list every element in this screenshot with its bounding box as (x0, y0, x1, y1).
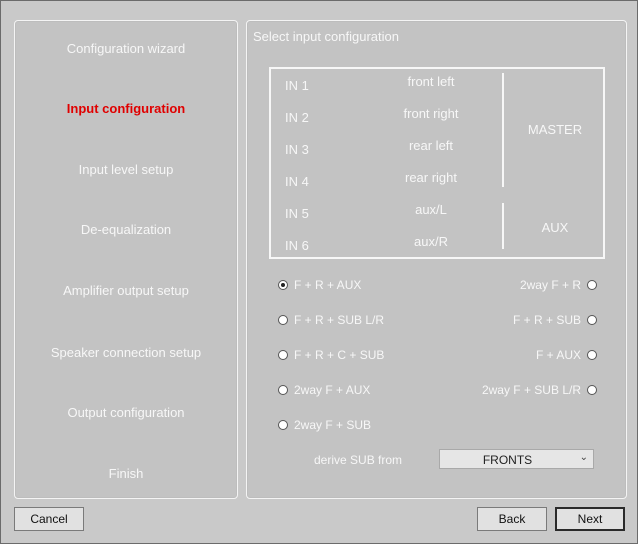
option-label: F + R + AUX (294, 278, 362, 292)
step-finish[interactable]: Finish (15, 466, 237, 481)
radio-icon[interactable] (587, 350, 597, 360)
option-label: F + AUX (535, 348, 581, 362)
option-2way-f-r[interactable]: 2way F + R (520, 278, 597, 292)
next-button[interactable]: Next (555, 507, 625, 531)
input-desc: aux/L (415, 202, 447, 217)
input-id: IN 5 (285, 206, 309, 221)
input-desc: aux/R (414, 234, 448, 249)
derive-sub-select[interactable]: FRONTS ⌄ (439, 449, 594, 469)
option-label: F + R + C + SUB (294, 348, 385, 362)
option-2way-f-sub[interactable]: 2way F + SUB (278, 418, 371, 432)
aux-group-label: AUX (541, 220, 569, 235)
step-configuration-wizard[interactable]: Configuration wizard (15, 41, 237, 56)
radio-icon[interactable] (278, 420, 288, 430)
step-input-level-setup[interactable]: Input level setup (15, 162, 237, 177)
option-label: F + R + SUB (512, 313, 581, 327)
option-f-r-aux[interactable]: F + R + AUX (278, 278, 361, 292)
section-title: Select input configuration (253, 29, 399, 44)
input-mapping-diagram: IN 1 front left IN 2 front right IN 3 re… (269, 67, 605, 259)
aux-group-divider (502, 203, 504, 249)
input-id: IN 4 (285, 174, 309, 189)
radio-icon[interactable] (587, 315, 597, 325)
radio-icon[interactable] (587, 385, 597, 395)
input-id: IN 6 (285, 238, 309, 253)
input-id: IN 1 (285, 78, 309, 93)
input-desc: front left (407, 74, 455, 89)
derive-sub-value: FRONTS (482, 453, 533, 467)
input-id: IN 2 (285, 110, 309, 125)
input-desc: rear right (404, 170, 458, 185)
radio-checked-icon[interactable] (278, 280, 288, 290)
step-amplifier-output-setup[interactable]: Amplifier output setup (15, 283, 237, 298)
option-label: 2way F + SUB (294, 418, 372, 432)
input-id: IN 3 (285, 142, 309, 157)
option-f-aux[interactable]: F + AUX (536, 348, 597, 362)
step-input-configuration[interactable]: Input configuration (15, 101, 237, 116)
wizard-window: Configuration wizard Input configuration… (0, 0, 638, 544)
radio-icon[interactable] (278, 315, 288, 325)
input-desc: front right (403, 106, 459, 121)
back-button[interactable]: Back (477, 507, 547, 531)
option-2way-f-sub-lr[interactable]: 2way F + SUB L/R (482, 383, 597, 397)
option-label: 2way F + AUX (294, 383, 371, 397)
wizard-steps-panel: Configuration wizard Input configuration… (14, 20, 238, 499)
master-group-label: MASTER (527, 122, 583, 137)
derive-sub-label: derive SUB from (314, 453, 403, 467)
chevron-down-icon: ⌄ (579, 452, 588, 463)
option-2way-f-aux[interactable]: 2way F + AUX (278, 383, 370, 397)
option-f-r-c-sub[interactable]: F + R + C + SUB (278, 348, 384, 362)
radio-icon[interactable] (278, 385, 288, 395)
option-f-r-sub[interactable]: F + R + SUB (513, 313, 597, 327)
master-group-divider (502, 73, 504, 187)
step-output-configuration[interactable]: Output configuration (15, 405, 237, 420)
radio-icon[interactable] (587, 280, 597, 290)
radio-icon[interactable] (278, 350, 288, 360)
input-configuration-panel: Select input configuration IN 1 front le… (246, 20, 627, 499)
option-f-r-sub-lr[interactable]: F + R + SUB L/R (278, 313, 384, 327)
cancel-button[interactable]: Cancel (14, 507, 84, 531)
step-de-equalization[interactable]: De-equalization (15, 222, 237, 237)
step-speaker-connection-setup[interactable]: Speaker connection setup (15, 345, 237, 360)
option-label: 2way F + SUB L/R (481, 383, 581, 397)
option-label: 2way F + R (519, 278, 581, 292)
input-desc: rear left (408, 138, 454, 153)
option-label: F + R + SUB L/R (294, 313, 385, 327)
